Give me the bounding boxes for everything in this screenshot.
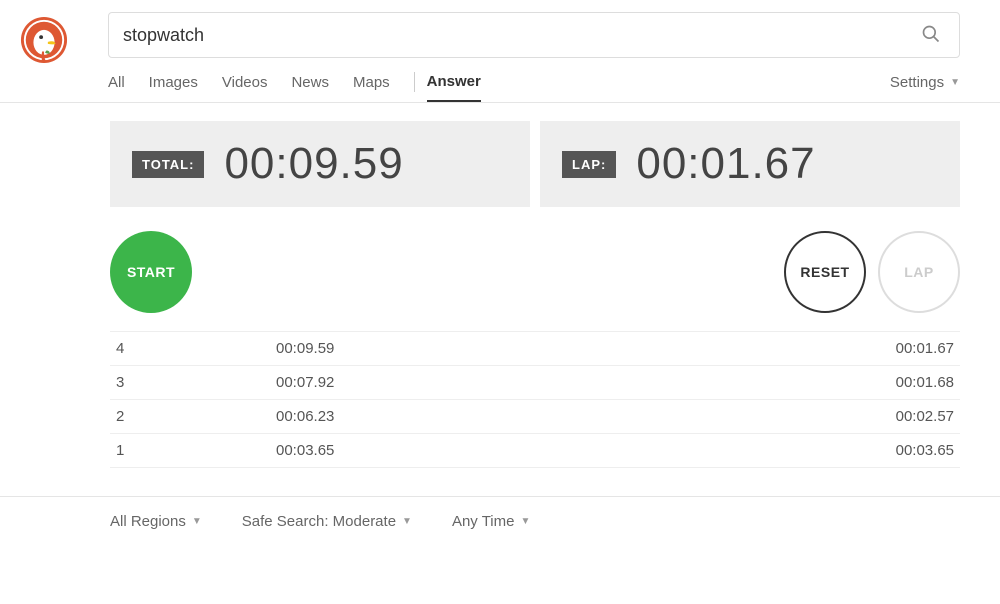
lap-time: 00:01.67 (636, 139, 815, 189)
caret-down-icon: ▼ (192, 516, 202, 527)
timer-panels: TOTAL: 00:09.59 LAP: 00:01.67 (110, 121, 960, 207)
tab-images[interactable]: Images (149, 74, 198, 101)
search-icon (921, 24, 941, 44)
lap-total-time: 00:06.23 (276, 408, 814, 425)
settings-label: Settings (890, 74, 944, 91)
lap-total-time: 00:07.92 (276, 374, 814, 391)
footer-filters: All Regions ▼ Safe Search: Moderate ▼ An… (0, 496, 1000, 530)
region-filter[interactable]: All Regions ▼ (110, 513, 202, 530)
nav-tabs: All Images Videos News Maps Answer (108, 72, 505, 102)
search-area: All Images Videos News Maps Answer Setti… (108, 12, 1000, 102)
reset-button[interactable]: RESET (784, 231, 866, 313)
lap-number: 3 (116, 374, 276, 391)
start-button[interactable]: START (110, 231, 192, 313)
tab-maps[interactable]: Maps (353, 74, 390, 101)
lap-split-time: 00:03.65 (814, 442, 954, 459)
lap-split-time: 00:01.67 (814, 340, 954, 357)
lap-number: 2 (116, 408, 276, 425)
safesearch-filter[interactable]: Safe Search: Moderate ▼ (242, 513, 412, 530)
caret-down-icon: ▼ (950, 77, 960, 88)
total-panel: TOTAL: 00:09.59 (110, 121, 530, 207)
lap-button[interactable]: LAP (878, 231, 960, 313)
time-label: Any Time (452, 513, 515, 530)
tab-separator (414, 72, 415, 92)
settings-menu[interactable]: Settings ▼ (890, 74, 960, 101)
time-filter[interactable]: Any Time ▼ (452, 513, 530, 530)
total-time: 00:09.59 (224, 139, 403, 189)
lap-list: 4 00:09.59 00:01.67 3 00:07.92 00:01.68 … (110, 331, 960, 468)
tab-answer[interactable]: Answer (427, 73, 481, 102)
lap-panel: LAP: 00:01.67 (540, 121, 960, 207)
lap-label: LAP: (562, 151, 616, 178)
lap-total-time: 00:09.59 (276, 340, 814, 357)
lap-split-time: 00:02.57 (814, 408, 954, 425)
tab-videos[interactable]: Videos (222, 74, 268, 101)
nav-row: All Images Videos News Maps Answer Setti… (108, 72, 960, 102)
header: All Images Videos News Maps Answer Setti… (0, 0, 1000, 102)
lap-split-time: 00:01.68 (814, 374, 954, 391)
site-logo[interactable] (20, 16, 68, 64)
lap-row: 4 00:09.59 00:01.67 (110, 332, 960, 366)
tab-all[interactable]: All (108, 74, 125, 101)
lap-total-time: 00:03.65 (276, 442, 814, 459)
safesearch-label: Safe Search: Moderate (242, 513, 396, 530)
caret-down-icon: ▼ (402, 516, 412, 527)
lap-row: 2 00:06.23 00:02.57 (110, 400, 960, 434)
search-button[interactable] (917, 20, 945, 51)
main-content: TOTAL: 00:09.59 LAP: 00:01.67 START RESE… (0, 121, 1000, 468)
divider (0, 102, 1000, 103)
search-input[interactable] (123, 25, 917, 46)
lap-number: 4 (116, 340, 276, 357)
search-box (108, 12, 960, 58)
controls: START RESET LAP (110, 231, 960, 313)
region-label: All Regions (110, 513, 186, 530)
lap-number: 1 (116, 442, 276, 459)
caret-down-icon: ▼ (520, 516, 530, 527)
lap-row: 3 00:07.92 00:01.68 (110, 366, 960, 400)
lap-row: 1 00:03.65 00:03.65 (110, 434, 960, 468)
tab-news[interactable]: News (291, 74, 329, 101)
total-label: TOTAL: (132, 151, 204, 178)
